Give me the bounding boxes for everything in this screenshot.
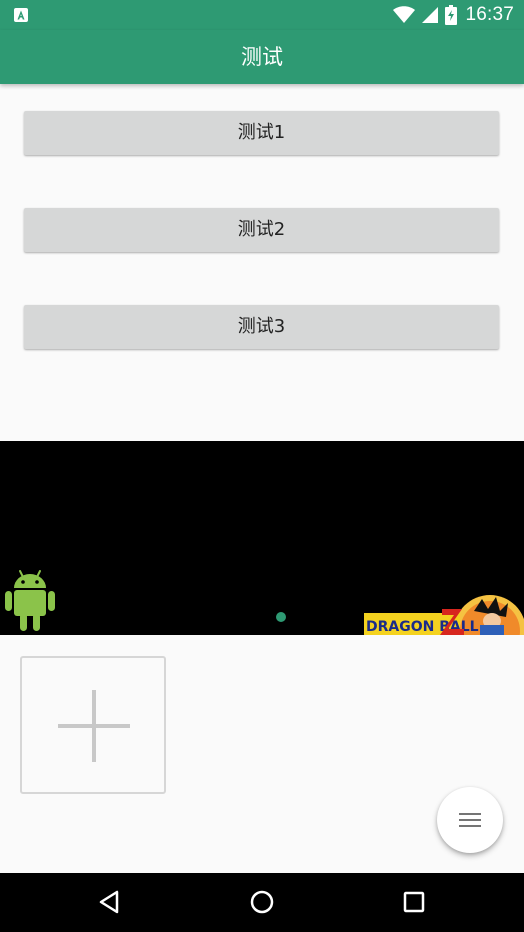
home-icon[interactable] [247, 887, 277, 917]
test-2-button[interactable]: 测试2 [24, 208, 499, 252]
recents-icon[interactable] [399, 887, 429, 917]
battery-charging-icon [445, 5, 458, 25]
menu-icon [459, 813, 481, 827]
test-1-button[interactable]: 测试1 [24, 111, 499, 155]
cellular-signal-icon [422, 7, 439, 23]
plus-icon [58, 690, 130, 762]
add-image-button[interactable] [20, 656, 166, 794]
back-icon[interactable] [95, 887, 125, 917]
page-title: 测试 [241, 45, 283, 69]
status-time: 16:37 [465, 4, 514, 25]
android-system-a-icon [14, 8, 28, 22]
dragon-ball-z-art: DRAGON BALL [364, 595, 524, 635]
android-logo-icon [5, 570, 55, 631]
wifi-icon [393, 6, 416, 23]
app-bar: 测试 [0, 30, 524, 84]
menu-fab[interactable] [437, 787, 503, 853]
status-bar: 16:37 [0, 0, 524, 30]
test-3-button[interactable]: 测试3 [24, 305, 499, 349]
navigation-bar [0, 873, 524, 932]
banner-carousel[interactable]: DRAGON BALL [0, 441, 524, 635]
carousel-indicator-dot [276, 612, 286, 622]
status-icons: 16:37 [393, 0, 514, 30]
